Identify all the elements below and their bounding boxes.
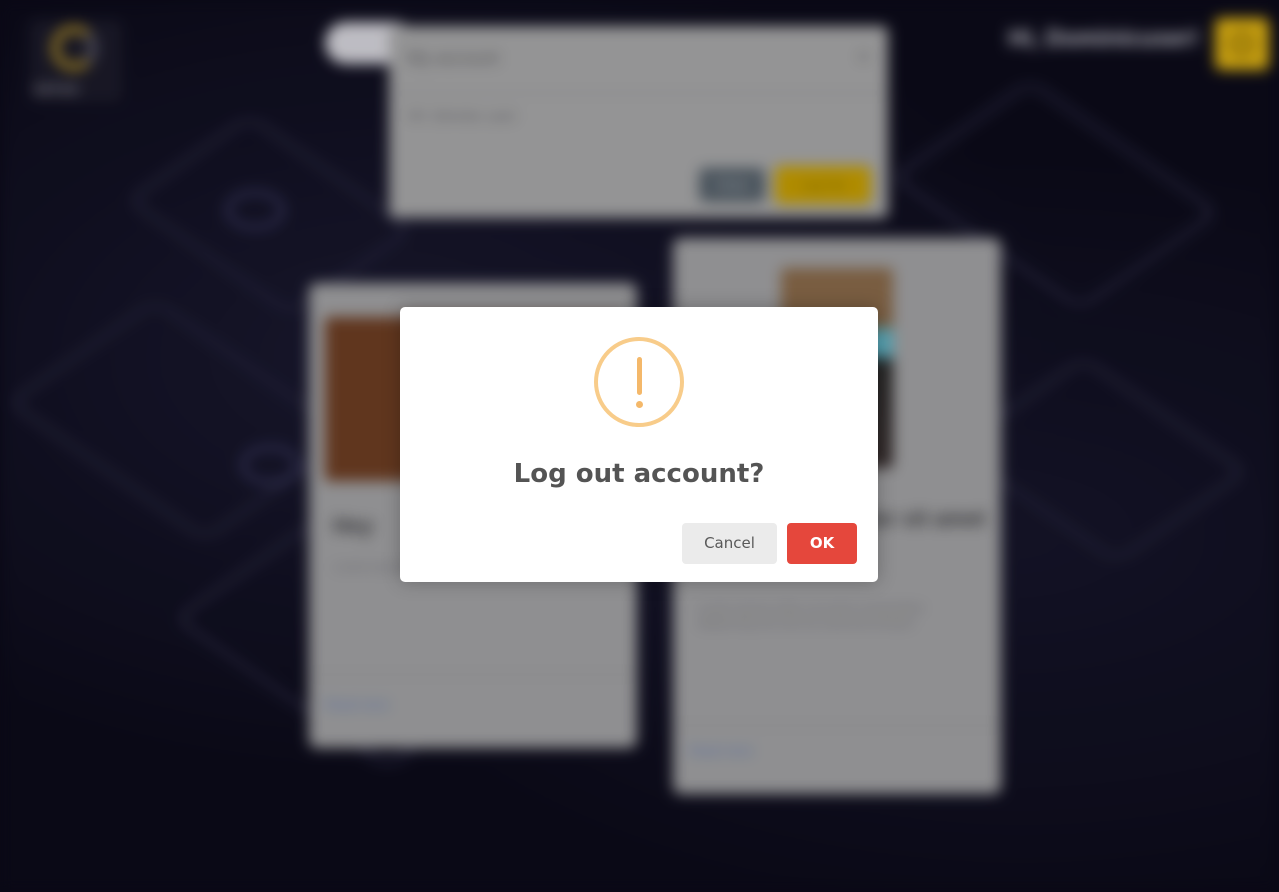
warning-icon	[594, 337, 684, 427]
cancel-button[interactable]: Cancel	[682, 523, 777, 564]
warning-icon-dot	[636, 401, 643, 408]
warning-icon-bar	[637, 357, 642, 395]
ok-button[interactable]: OK	[787, 523, 857, 564]
dialog-title: Log out account?	[513, 459, 765, 489]
logout-confirm-dialog: Log out account? Cancel OK	[400, 307, 878, 582]
